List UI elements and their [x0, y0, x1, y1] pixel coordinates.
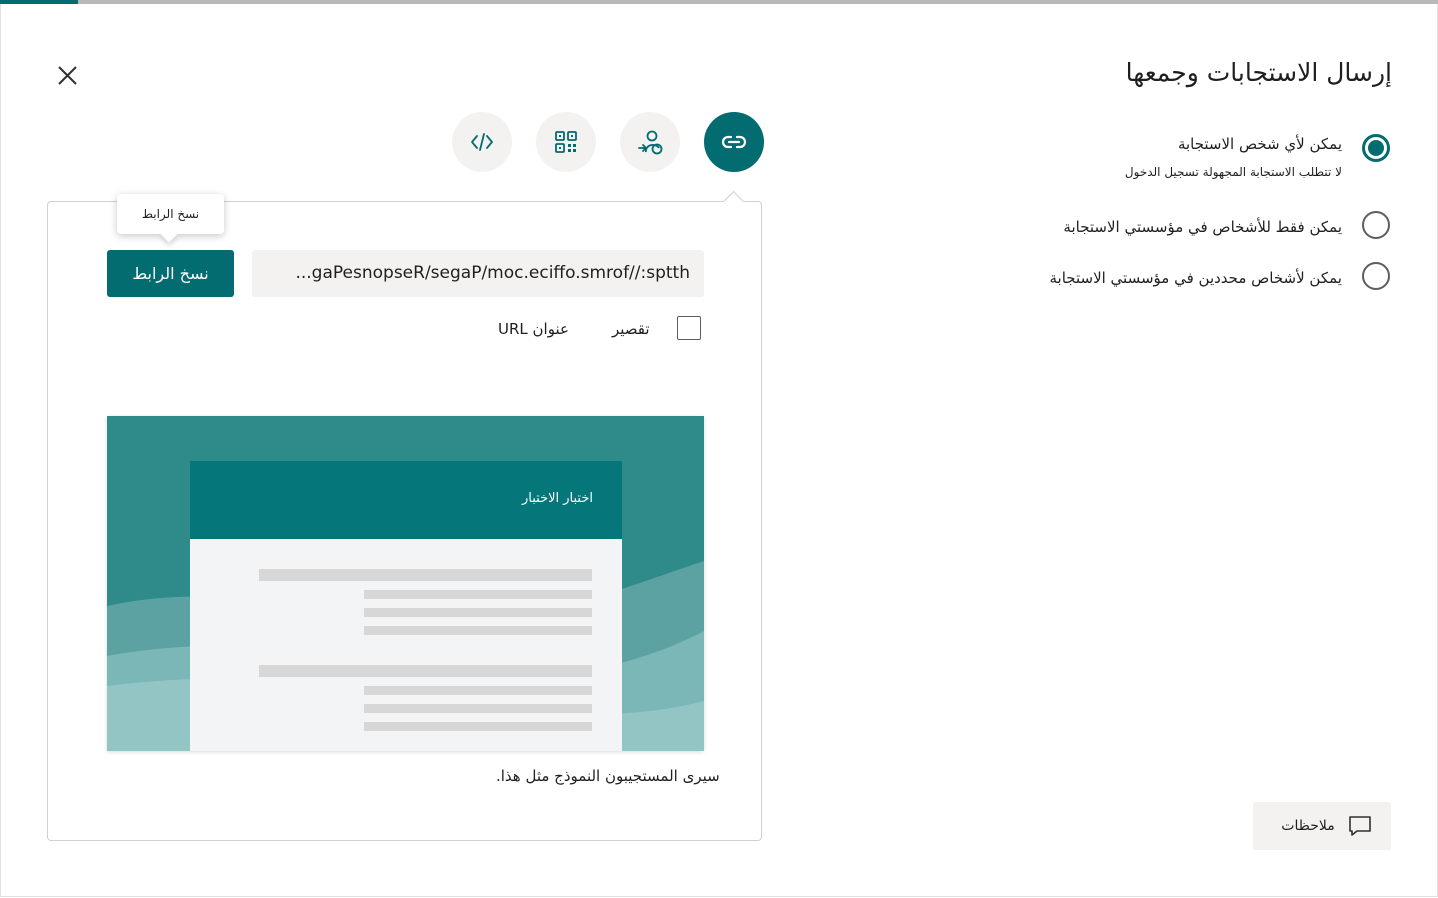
tooltip-text: نسخ الرابط [141, 207, 200, 221]
share-embed-button[interactable] [452, 112, 512, 172]
preview-question-bar [259, 569, 592, 581]
option-org-only[interactable]: يمكن فقط للأشخاص في مؤسستي الاستجابة [1063, 211, 1390, 239]
share-url-field[interactable]: https://forms.office.com/Pages/ResponseP… [252, 250, 704, 297]
comment-icon [1348, 816, 1371, 836]
preview-caption: سيرى المستجيبون النموذج مثل هذا. [496, 767, 720, 785]
share-qr-button[interactable] [536, 112, 596, 172]
copy-link-tooltip: نسخ الرابط [117, 194, 224, 234]
dialog-title: إرسال الاستجابات وجمعها [1125, 58, 1392, 87]
option-specific-people[interactable]: يمكن لأشخاص محددين في مؤسستي الاستجابة [1049, 262, 1390, 290]
preview-option-bar [364, 704, 592, 713]
radio-specific-people[interactable] [1362, 262, 1390, 290]
share-invite-button[interactable] [620, 112, 680, 172]
share-link-button[interactable] [704, 112, 764, 172]
preview-form-title: اختبار الاختبار [521, 491, 593, 506]
preview-question-bar [259, 665, 592, 677]
preview-option-bar [364, 590, 592, 599]
option-anyone-sublabel: لا تتطلب الاستجابة المجهولة تسجيل الدخول [1124, 165, 1342, 179]
option-specific-people-label: يمكن لأشخاص محددين في مؤسستي الاستجابة [1049, 269, 1343, 287]
embed-code-icon [471, 133, 493, 151]
radio-org-only[interactable] [1362, 211, 1390, 239]
option-anyone-label: يمكن لأي شخص الاستجابة [1177, 135, 1342, 153]
radio-anyone[interactable] [1362, 134, 1390, 162]
shorten-label: تقصير [612, 320, 650, 338]
qr-code-icon [555, 131, 577, 153]
preview-form-header: اختبار الاختبار [190, 461, 622, 539]
feedback-button[interactable]: ملاحظات [1253, 802, 1391, 850]
copy-link-button[interactable]: نسخ الرابط [107, 250, 234, 297]
form-preview: اختبار الاختبار [107, 416, 704, 751]
feedback-label: ملاحظات [1281, 818, 1335, 834]
option-org-only-label: يمكن فقط للأشخاص في مؤسستي الاستجابة [1063, 218, 1342, 236]
preview-form-card: اختبار الاختبار [190, 461, 622, 751]
close-icon [58, 66, 77, 85]
share-url-text: https://forms.office.com/Pages/ResponseP… [295, 263, 690, 283]
link-icon [721, 135, 747, 149]
url-label: عنوان URL [498, 320, 569, 338]
preview-option-bar [364, 722, 592, 731]
preview-option-bar [364, 626, 592, 635]
close-button[interactable] [52, 60, 84, 92]
share-person-icon [638, 130, 663, 155]
shorten-url-checkbox[interactable] [677, 316, 701, 340]
preview-option-bar [364, 686, 592, 695]
preview-option-bar [364, 608, 592, 617]
option-anyone[interactable]: يمكن لأي شخص الاستجابة لا تتطلب الاستجاب… [1125, 134, 1390, 181]
